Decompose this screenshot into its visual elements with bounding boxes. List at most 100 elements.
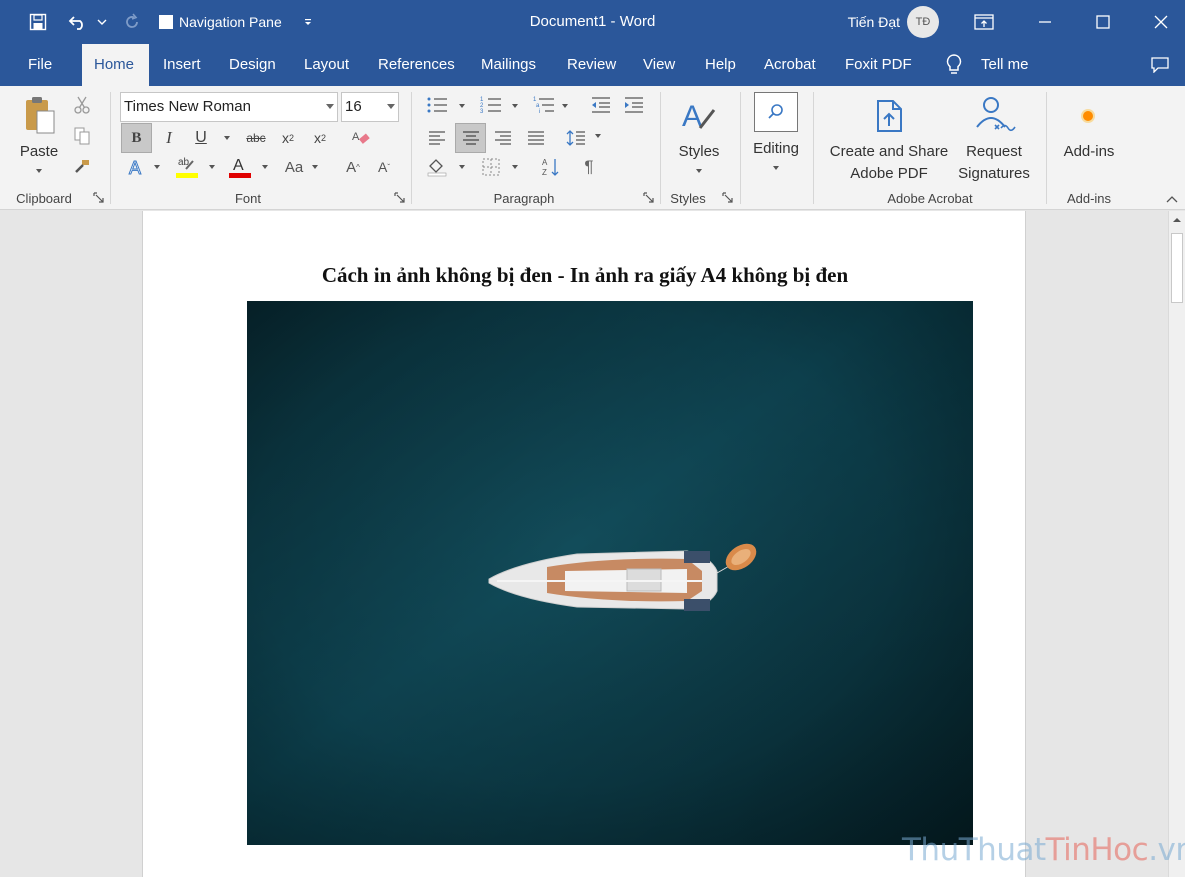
font-name-combo[interactable]: Times New Roman (120, 92, 338, 122)
styles-label[interactable]: Styles (666, 141, 732, 163)
text-effects-icon[interactable]: A (124, 154, 148, 180)
numbering-dropdown-icon[interactable] (508, 101, 522, 111)
tab-design[interactable]: Design (217, 44, 288, 86)
borders-icon[interactable] (478, 154, 504, 180)
bullets-icon[interactable] (424, 94, 450, 116)
maximize-icon[interactable] (1088, 0, 1118, 44)
tab-layout[interactable]: Layout (292, 44, 361, 86)
font-size-combo[interactable]: 16 (341, 92, 399, 122)
styles-launcher-icon[interactable] (722, 192, 734, 204)
copy-icon[interactable] (70, 125, 94, 147)
tab-help[interactable]: Help (693, 44, 748, 86)
scroll-up-icon[interactable] (1172, 216, 1182, 224)
borders-dropdown-icon[interactable] (508, 162, 522, 172)
underline-dropdown-icon[interactable] (220, 133, 234, 143)
tab-view[interactable]: View (631, 44, 687, 86)
user-avatar-container[interactable]: TĐ (906, 0, 940, 44)
tab-review[interactable]: Review (555, 44, 628, 86)
document-page[interactable]: Cách in ảnh không bị đen - In ảnh ra giấ… (142, 211, 1026, 877)
styles-icon[interactable]: A (676, 94, 720, 138)
ribbon-display-options-icon[interactable] (970, 0, 998, 44)
align-center-icon[interactable] (455, 123, 486, 153)
italic-button[interactable]: I (157, 123, 181, 153)
tab-foxit-pdf[interactable]: Foxit PDF (833, 44, 924, 86)
create-share-pdf-label[interactable]: Create and Share Adobe PDF (822, 141, 956, 185)
numbering-icon[interactable]: 123 (478, 94, 504, 116)
clear-formatting-icon[interactable]: A (348, 123, 374, 153)
highlight-dropdown-icon[interactable] (205, 162, 219, 172)
add-ins-label[interactable]: Add-ins (1054, 141, 1124, 163)
multilevel-list-icon[interactable]: 1ai (531, 94, 557, 116)
change-case-dropdown-icon[interactable] (308, 162, 322, 172)
highlight-color-icon[interactable]: ab (174, 154, 200, 180)
collapse-ribbon-icon[interactable] (1164, 192, 1180, 206)
save-icon[interactable] (26, 0, 50, 44)
text-effects-dropdown-icon[interactable] (150, 162, 164, 172)
subscript-button[interactable]: x2 (276, 123, 300, 153)
sailboat-photo[interactable] (247, 301, 973, 845)
font-color-icon[interactable]: A (228, 154, 252, 180)
align-right-icon[interactable] (490, 123, 516, 153)
shading-icon[interactable] (424, 154, 450, 180)
multilevel-dropdown-icon[interactable] (558, 101, 572, 111)
add-ins-icon[interactable] (1074, 102, 1102, 130)
customize-qat-icon[interactable] (300, 0, 316, 44)
strikethrough-button[interactable]: abc (242, 123, 270, 153)
document-heading[interactable]: Cách in ảnh không bị đen - In ảnh ra giấ… (143, 263, 1027, 288)
shrink-font-icon[interactable]: Aˇ (373, 154, 395, 180)
undo-icon[interactable] (66, 0, 90, 44)
justify-icon[interactable] (523, 123, 549, 153)
tab-insert[interactable]: Insert (151, 44, 213, 86)
comments-icon[interactable] (1148, 44, 1172, 86)
tell-me-search[interactable]: Tell me (969, 44, 1041, 86)
clipboard-launcher-icon[interactable] (93, 192, 105, 204)
svg-text:A: A (352, 131, 360, 143)
editing-search-icon[interactable] (754, 92, 798, 132)
format-painter-icon[interactable] (70, 156, 94, 178)
undo-dropdown-icon[interactable] (96, 0, 108, 44)
show-formatting-marks-icon[interactable]: ¶ (576, 154, 602, 180)
tab-references[interactable]: References (366, 44, 467, 86)
avatar: TĐ (907, 6, 939, 38)
shading-dropdown-icon[interactable] (455, 162, 469, 172)
navigation-pane-checkbox[interactable] (156, 0, 176, 44)
grow-font-icon[interactable]: A ^ (342, 154, 364, 180)
tab-home[interactable]: Home (82, 44, 149, 86)
underline-button[interactable]: U (189, 123, 213, 153)
paste-dropdown-icon[interactable] (32, 166, 46, 176)
paste-icon[interactable] (18, 92, 60, 140)
tab-mailings[interactable]: Mailings (469, 44, 548, 86)
redo-icon[interactable] (121, 0, 143, 44)
lightbulb-icon[interactable] (942, 44, 966, 86)
request-signatures-label[interactable]: Request Signatures (948, 141, 1040, 185)
bullets-dropdown-icon[interactable] (455, 101, 469, 111)
user-name[interactable]: Tiến Đạt (838, 0, 900, 44)
align-left-icon[interactable] (424, 123, 450, 153)
watermark-part2: TinHoc (1045, 832, 1149, 868)
increase-indent-icon[interactable] (621, 94, 647, 116)
paste-label[interactable]: Paste (12, 141, 66, 163)
paragraph-launcher-icon[interactable] (643, 192, 655, 204)
minimize-icon[interactable] (1030, 0, 1060, 44)
close-icon[interactable] (1146, 0, 1176, 44)
vertical-scrollbar[interactable] (1168, 211, 1185, 877)
bold-button[interactable]: B (121, 123, 152, 153)
line-spacing-icon[interactable] (563, 123, 589, 153)
font-launcher-icon[interactable] (394, 192, 406, 204)
cut-icon[interactable] (70, 94, 94, 116)
tab-file[interactable]: File (16, 44, 64, 86)
superscript-button[interactable]: x2 (308, 123, 332, 153)
editing-label[interactable]: Editing (744, 138, 808, 160)
editing-dropdown-icon[interactable] (769, 163, 783, 173)
line-spacing-dropdown-icon[interactable] (591, 131, 605, 141)
create-share-pdf-icon[interactable] (870, 96, 910, 136)
scrollbar-thumb[interactable] (1171, 233, 1183, 303)
sort-icon[interactable]: AZ (538, 154, 564, 180)
change-case-icon[interactable]: Aa (282, 154, 306, 180)
decrease-indent-icon[interactable] (588, 94, 614, 116)
navigation-pane-label[interactable]: Navigation Pane (179, 0, 289, 44)
tab-acrobat[interactable]: Acrobat (752, 44, 828, 86)
request-signatures-icon[interactable] (970, 94, 1018, 136)
styles-dropdown-icon[interactable] (692, 166, 706, 176)
font-color-dropdown-icon[interactable] (258, 162, 272, 172)
